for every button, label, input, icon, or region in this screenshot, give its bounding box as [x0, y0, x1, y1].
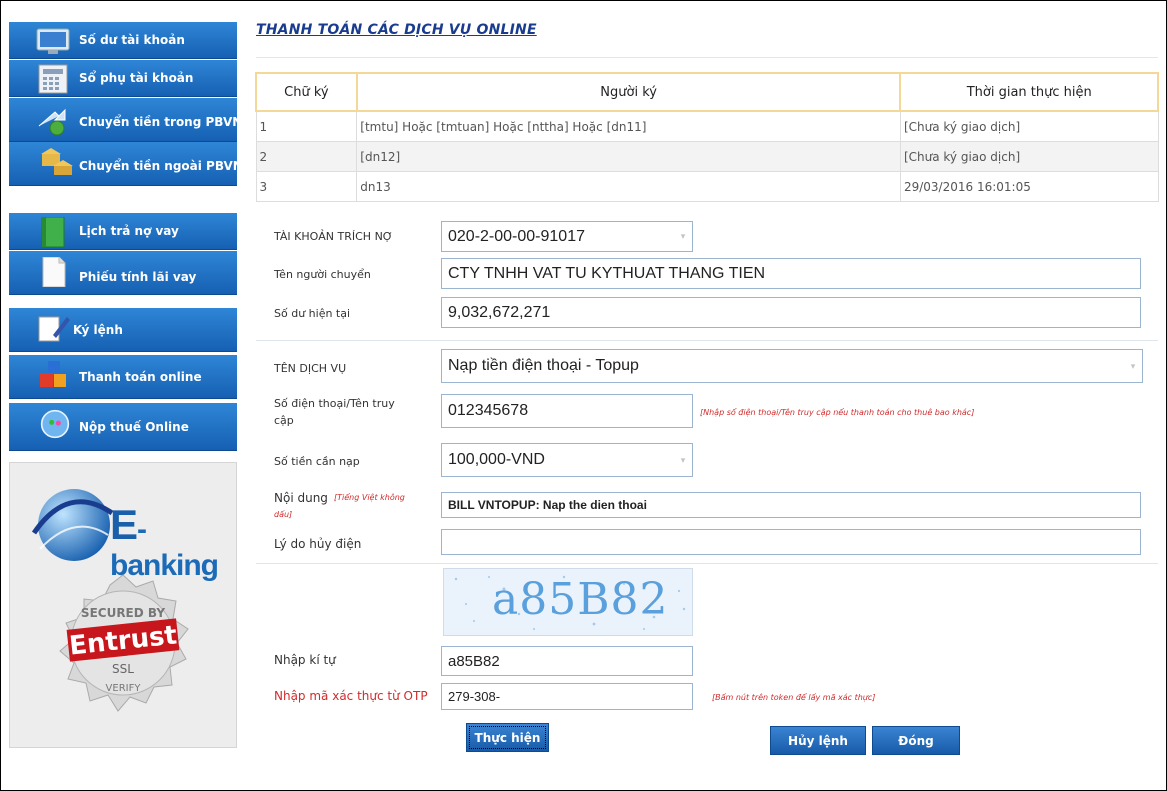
sidebar-item-interest-slip[interactable]: Phiếu tính lãi vay	[9, 251, 237, 295]
cancel-reason-label: Lý do hủy điện	[274, 537, 362, 551]
debit-account-label: TÀI KHOẢN TRÍCH NỢ	[274, 230, 393, 243]
sidebar-item-label: Nộp thuế Online	[79, 420, 189, 434]
balance-label: Số dư hiện tại	[274, 307, 351, 320]
execute-button[interactable]: Thực hiện	[466, 723, 549, 752]
sender-name-value: CTY TNHH VAT TU KYTHUAT THANG TIEN	[448, 264, 766, 282]
cell-signer: dn13	[356, 171, 901, 202]
chevron-down-icon[interactable]: ▾	[676, 452, 690, 468]
cell-time: [Chưa ký giao dịch]	[899, 110, 1159, 142]
transfer-internal-icon	[38, 108, 66, 136]
table-row: 3 dn13 29/03/2016 16:01:05	[255, 171, 1159, 202]
sidebar-item-label: Lịch trả nợ vay	[79, 224, 179, 238]
close-button[interactable]: Đóng	[872, 726, 960, 755]
book-icon	[41, 217, 65, 247]
chevron-down-icon[interactable]: ▾	[676, 229, 690, 245]
cell-signer: [tmtu] Hoặc [tmtuan] Hoặc [nttha] Hoặc […	[356, 110, 901, 142]
sidebar-item-label: Sổ phụ tài khoản	[79, 71, 194, 85]
content-field[interactable]: BILL VNTOPUP: Nap the dien thoai	[441, 492, 1141, 518]
cell-time: [Chưa ký giao dịch]	[899, 141, 1159, 172]
captcha-input[interactable]: a85B82	[441, 646, 693, 676]
sidebar-item-label: Số dư tài khoản	[79, 33, 185, 47]
seal-text-verify: VERIFY	[106, 683, 142, 694]
sidebar-item-account-balance[interactable]: Số dư tài khoản	[9, 22, 237, 59]
otp-input[interactable]: 279-308-	[441, 683, 693, 710]
sidebar-item-label: Chuyển tiền ngoài PBVN	[79, 159, 243, 173]
sidebar-item-statement[interactable]: Sổ phụ tài khoản	[9, 60, 237, 97]
content-label: Nội dung	[274, 491, 328, 505]
ebanking-logo-panel: E-banking SECURED BY Entrust SSL VERIFY	[9, 462, 237, 748]
phone-value: 012345678	[448, 402, 529, 419]
phone-field[interactable]: 012345678	[441, 394, 693, 428]
content-note-cont: dấu]	[274, 510, 293, 519]
amount-select[interactable]: 100,000-VND ▾	[441, 443, 693, 477]
cell-signer: [dn12]	[356, 141, 901, 172]
otp-label: Nhập mã xác thực từ OTP	[274, 689, 428, 703]
captcha-label: Nhập kí tự	[274, 653, 336, 667]
phone-hint: [Nhập số điện thoại/Tên truy cập nếu tha…	[700, 408, 975, 417]
section-divider	[256, 340, 1158, 341]
service-value: Nạp tiền điện thoại - Topup	[448, 357, 639, 374]
table-header-row: Chữ ký Người ký Thời gian thực hiện	[255, 72, 1159, 112]
balance-field[interactable]: 9,032,672,271	[441, 297, 1141, 328]
debit-account-value: 020-2-00-00-91017	[448, 227, 585, 245]
phone-label: Số điện thoại/Tên truy	[274, 397, 395, 410]
service-select[interactable]: Nạp tiền điện thoại - Topup ▾	[441, 349, 1143, 383]
bank-building-icon	[41, 148, 73, 175]
globe-people-icon	[40, 409, 70, 439]
amount-value: 100,000-VND	[448, 451, 545, 468]
chevron-down-icon[interactable]: ▾	[1126, 358, 1140, 374]
sidebar-item-label: Chuyển tiền trong PBVN	[79, 115, 243, 129]
column-header-signature: Chữ ký	[255, 72, 358, 112]
sender-name-field[interactable]: CTY TNHH VAT TU KYTHUAT THANG TIEN	[441, 258, 1141, 289]
table-row: 2 [dn12] [Chưa ký giao dịch]	[255, 141, 1159, 172]
content-note: [Tiếng Việt không	[334, 493, 405, 502]
amount-label: Số tiền cần nạp	[274, 455, 360, 468]
sidebar-item-transfer-external[interactable]: Chuyển tiền ngoài PBVN	[9, 142, 243, 186]
cell-time: 29/03/2016 16:01:05	[899, 171, 1159, 202]
section-divider	[256, 563, 1158, 564]
sender-name-label: Tên người chuyển	[274, 268, 371, 281]
table-row: 1 [tmtu] Hoặc [tmtuan] Hoặc [nttha] Hoặc…	[255, 110, 1159, 142]
monitor-icon	[36, 28, 70, 54]
sidebar-item-label: Thanh toán online	[79, 370, 202, 384]
cell-signature-no: 2	[255, 141, 358, 172]
entrust-seal-icon: SECURED BY Entrust SSL VERIFY	[59, 574, 189, 712]
debit-account-select[interactable]: 020-2-00-00-91017 ▾	[441, 221, 693, 252]
balance-value: 9,032,672,271	[448, 303, 551, 321]
otp-hint: [Bấm nút trên token để lấy mã xác thực]	[712, 693, 876, 702]
sign-pen-icon	[38, 316, 70, 342]
sidebar-item-tax-payment[interactable]: Nộp thuế Online	[9, 403, 237, 451]
seal-text-secured: SECURED BY	[81, 606, 165, 620]
column-header-time: Thời gian thực hiện	[899, 72, 1159, 112]
captcha-text: a85B82	[492, 574, 669, 625]
page-title: THANH TOÁN CÁC DỊCH VỤ ONLINE	[256, 22, 537, 38]
blocks-icon	[40, 361, 66, 387]
sidebar-item-sign-order[interactable]: Ký lệnh	[9, 308, 237, 352]
captcha-image: a85B82	[443, 568, 693, 636]
cancel-order-button[interactable]: Hủy lệnh	[770, 726, 866, 755]
cancel-reason-field[interactable]	[441, 529, 1141, 555]
cell-signature-no: 3	[255, 171, 358, 202]
phone-label-cont: cập	[274, 414, 294, 427]
column-header-signer: Người ký	[355, 72, 902, 112]
sidebar-item-transfer-internal[interactable]: Chuyển tiền trong PBVN	[9, 98, 242, 142]
otp-value: 279-308-	[448, 689, 501, 704]
globe-logo-icon	[31, 489, 114, 561]
seal-text-ssl: SSL	[112, 662, 134, 676]
sidebar-item-online-payment[interactable]: Thanh toán online	[9, 355, 237, 399]
cell-signature-no: 1	[255, 110, 358, 142]
service-label: TÊN DỊCH VỤ	[274, 362, 347, 375]
document-icon	[42, 257, 66, 287]
title-divider	[256, 57, 1158, 58]
captcha-input-value: a85B82	[448, 652, 500, 670]
calculator-icon	[38, 64, 68, 94]
sidebar-item-label: Phiếu tính lãi vay	[79, 270, 197, 284]
content-value: BILL VNTOPUP: Nap the dien thoai	[448, 498, 647, 512]
signature-table: Chữ ký Người ký Thời gian thực hiện 1 [t…	[255, 72, 1159, 202]
sidebar-item-loan-schedule[interactable]: Lịch trả nợ vay	[9, 213, 237, 250]
sidebar-item-label: Ký lệnh	[73, 323, 123, 337]
